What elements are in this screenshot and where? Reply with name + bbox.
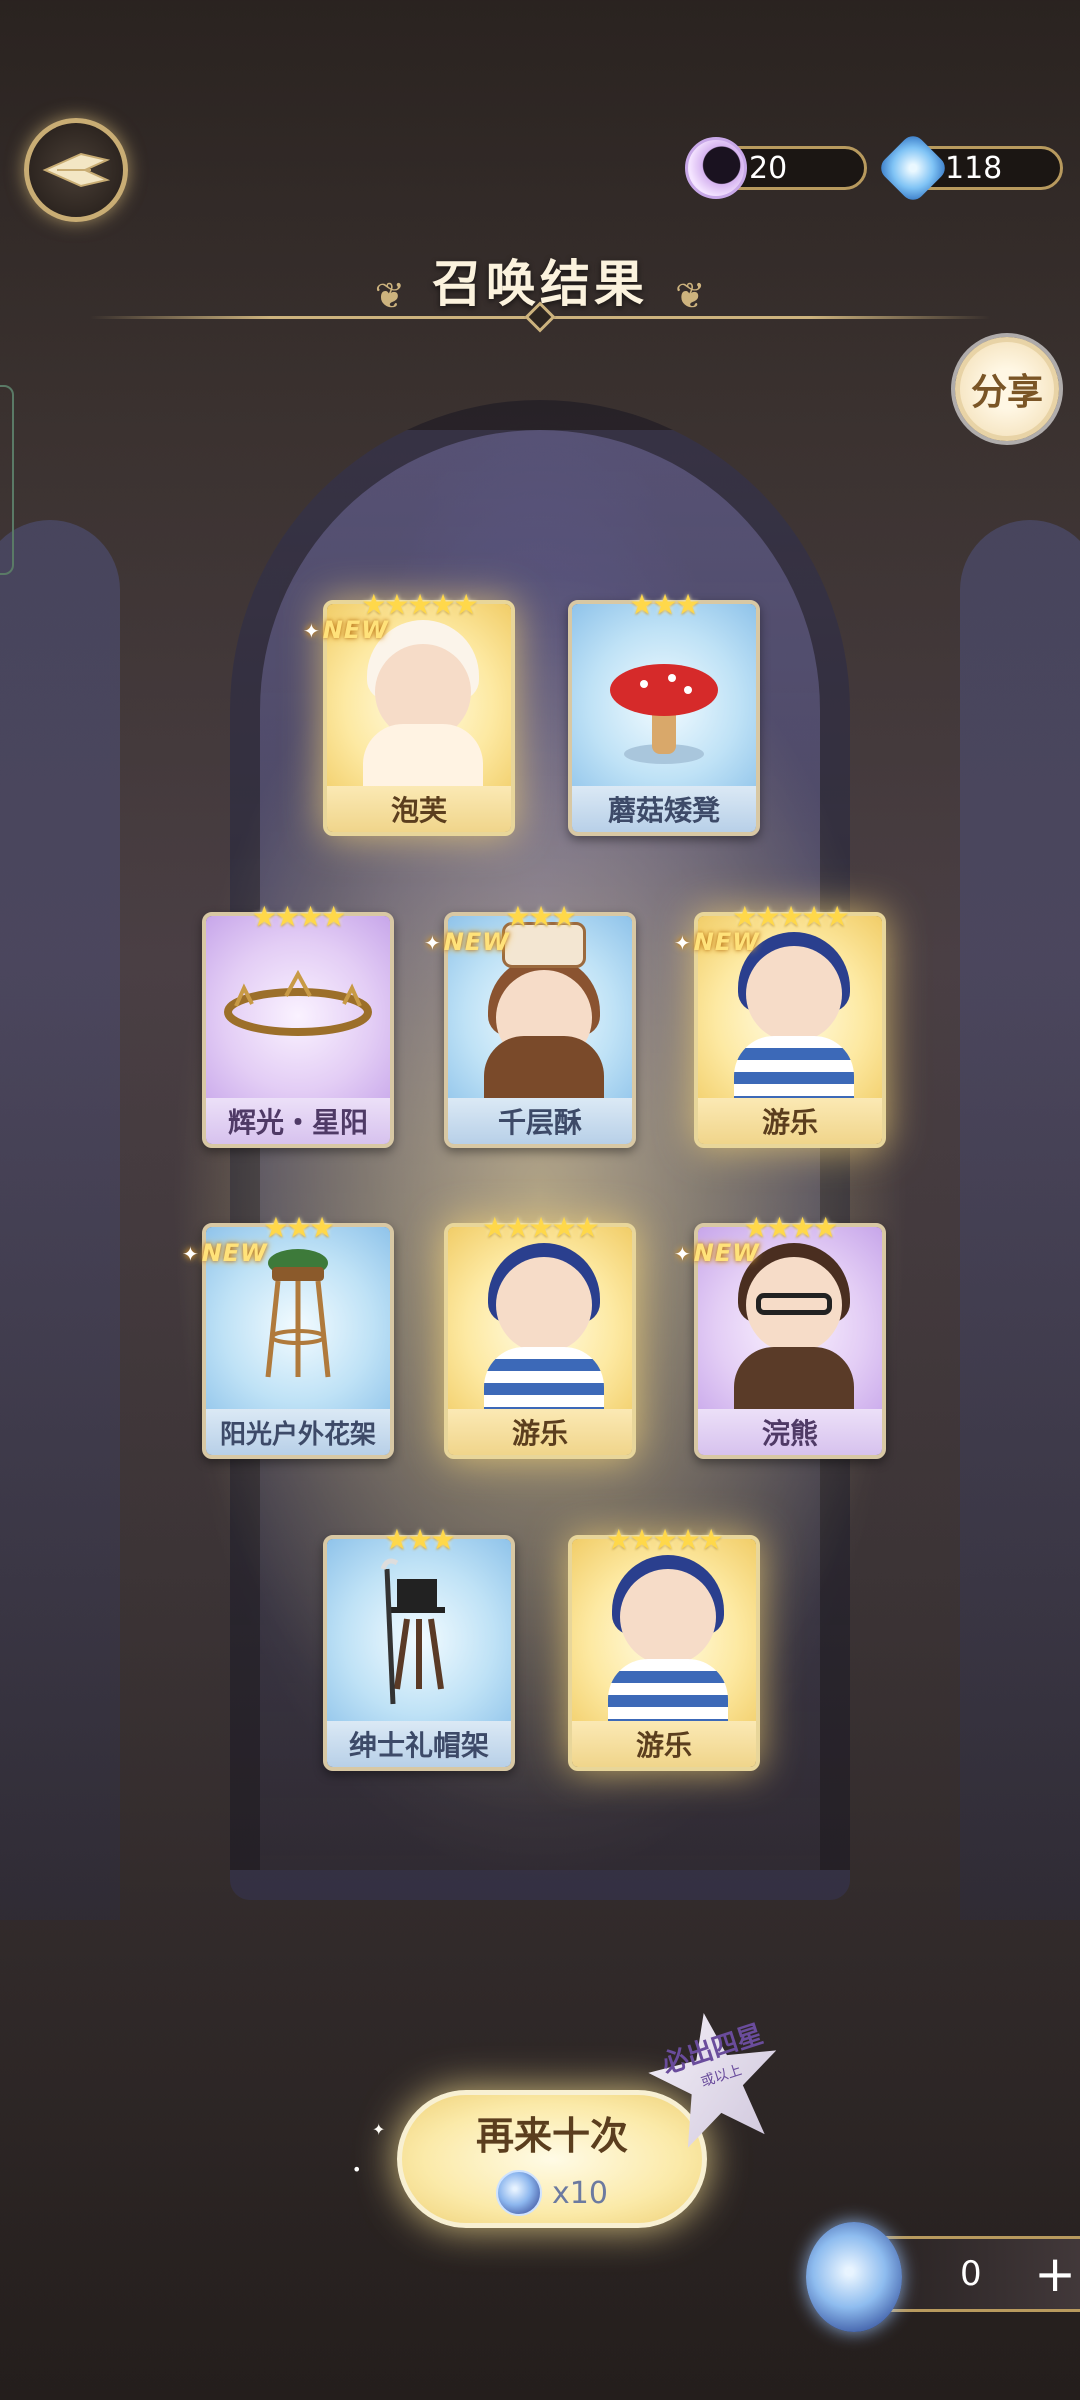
title-leaf-right-icon: ❦: [675, 276, 706, 317]
card-name: 绅士礼帽架: [327, 1721, 511, 1767]
summon-cost-value: x10: [552, 2175, 608, 2211]
summon-again-button[interactable]: 再来十次 x10: [397, 2090, 707, 2228]
card-name: 阳光户外花架: [206, 1409, 390, 1455]
card-art: [572, 1539, 756, 1721]
add-orb-button[interactable]: +: [1034, 2249, 1076, 2299]
new-badge: NEW: [674, 928, 760, 956]
character-body: [484, 1036, 604, 1098]
card-name: 千层酥: [448, 1098, 632, 1144]
card-name: 蘑菇矮凳: [572, 786, 756, 832]
crown-circlet-icon: [224, 969, 372, 1036]
character-body: [734, 1036, 854, 1098]
result-card[interactable]: ★★★★ NEW 浣熊: [694, 1211, 886, 1459]
moon-currency-icon: [685, 137, 747, 199]
summon-orb-icon: [806, 2222, 902, 2332]
moon-currency-value: 20: [749, 150, 788, 186]
background-right-window: [960, 520, 1080, 1920]
rarity-stars: ★★★★★: [606, 1523, 724, 1556]
character-face: [746, 946, 842, 1042]
character-face: [496, 1257, 592, 1353]
gem-currency-value: 118: [945, 150, 1003, 186]
result-card[interactable]: ★★★ 蘑菇矮凳: [568, 588, 760, 836]
character-body: [484, 1347, 604, 1409]
balance-value: 0: [960, 2254, 982, 2294]
card-name: 浣熊: [698, 1409, 882, 1455]
gem-currency-icon: [876, 131, 950, 205]
rarity-stars: ★★★: [384, 1523, 455, 1556]
card-art: [448, 1227, 632, 1409]
left-edge-tab[interactable]: [0, 385, 14, 575]
new-badge: NEW: [182, 1239, 268, 1267]
title-leaf-left-icon: ❦: [374, 276, 405, 317]
summon-cost: x10: [402, 2170, 702, 2216]
card-name: 游乐: [572, 1721, 756, 1767]
card-name: 游乐: [698, 1098, 882, 1144]
card-art: [572, 604, 756, 786]
card-art: [327, 1539, 511, 1721]
result-card[interactable]: ★★★★★ NEW 泡芙: [323, 588, 515, 836]
result-card[interactable]: ★★★★ 辉光・星阳: [202, 900, 394, 1148]
gem-currency-display: 118: [876, 131, 1063, 205]
back-button[interactable]: [24, 118, 128, 222]
sparkle-icon: •: [352, 2160, 362, 2179]
character-body: [363, 724, 483, 786]
new-badge: NEW: [303, 616, 389, 644]
new-badge: NEW: [424, 928, 510, 956]
result-card[interactable]: ★★★★★ 游乐: [444, 1211, 636, 1459]
summon-again-label: 再来十次: [475, 2114, 628, 2158]
character-face: [620, 1569, 716, 1665]
background-left-window: [0, 520, 120, 1920]
card-name: 辉光・星阳: [206, 1098, 390, 1144]
back-arrow-icon: [42, 152, 111, 188]
glasses-icon: [756, 1293, 832, 1315]
summon-glow: [140, 520, 940, 1870]
card-name: 游乐: [448, 1409, 632, 1455]
character-body: [608, 1659, 728, 1721]
share-button[interactable]: 分享: [955, 337, 1059, 441]
result-card[interactable]: ★★★ NEW 阳光户外花架: [202, 1211, 394, 1459]
summon-orb-icon: [496, 2170, 543, 2216]
moon-currency-display: 20: [685, 137, 867, 199]
hat-rack-icon: [380, 1558, 445, 1705]
result-card[interactable]: ★★★★★ 游乐: [568, 1523, 760, 1771]
mushroom-stool-icon: [610, 664, 718, 764]
result-card[interactable]: ★★★ 绅士礼帽架: [323, 1523, 515, 1771]
card-art: [206, 916, 390, 1098]
rarity-stars: ★★★: [629, 588, 700, 621]
rarity-stars: ★★★★: [251, 900, 346, 933]
sparkle-icon: ✦: [372, 2120, 386, 2139]
result-card[interactable]: ★★★ NEW 千层酥: [444, 900, 636, 1148]
character-body: [734, 1347, 854, 1409]
card-name: 泡芙: [327, 786, 511, 832]
result-card[interactable]: ★★★★★ NEW 游乐: [694, 900, 886, 1148]
rarity-stars: ★★★★★: [482, 1211, 600, 1244]
new-badge: NEW: [674, 1239, 760, 1267]
title-banner: ❦ 召唤结果 ❦: [0, 240, 1080, 340]
